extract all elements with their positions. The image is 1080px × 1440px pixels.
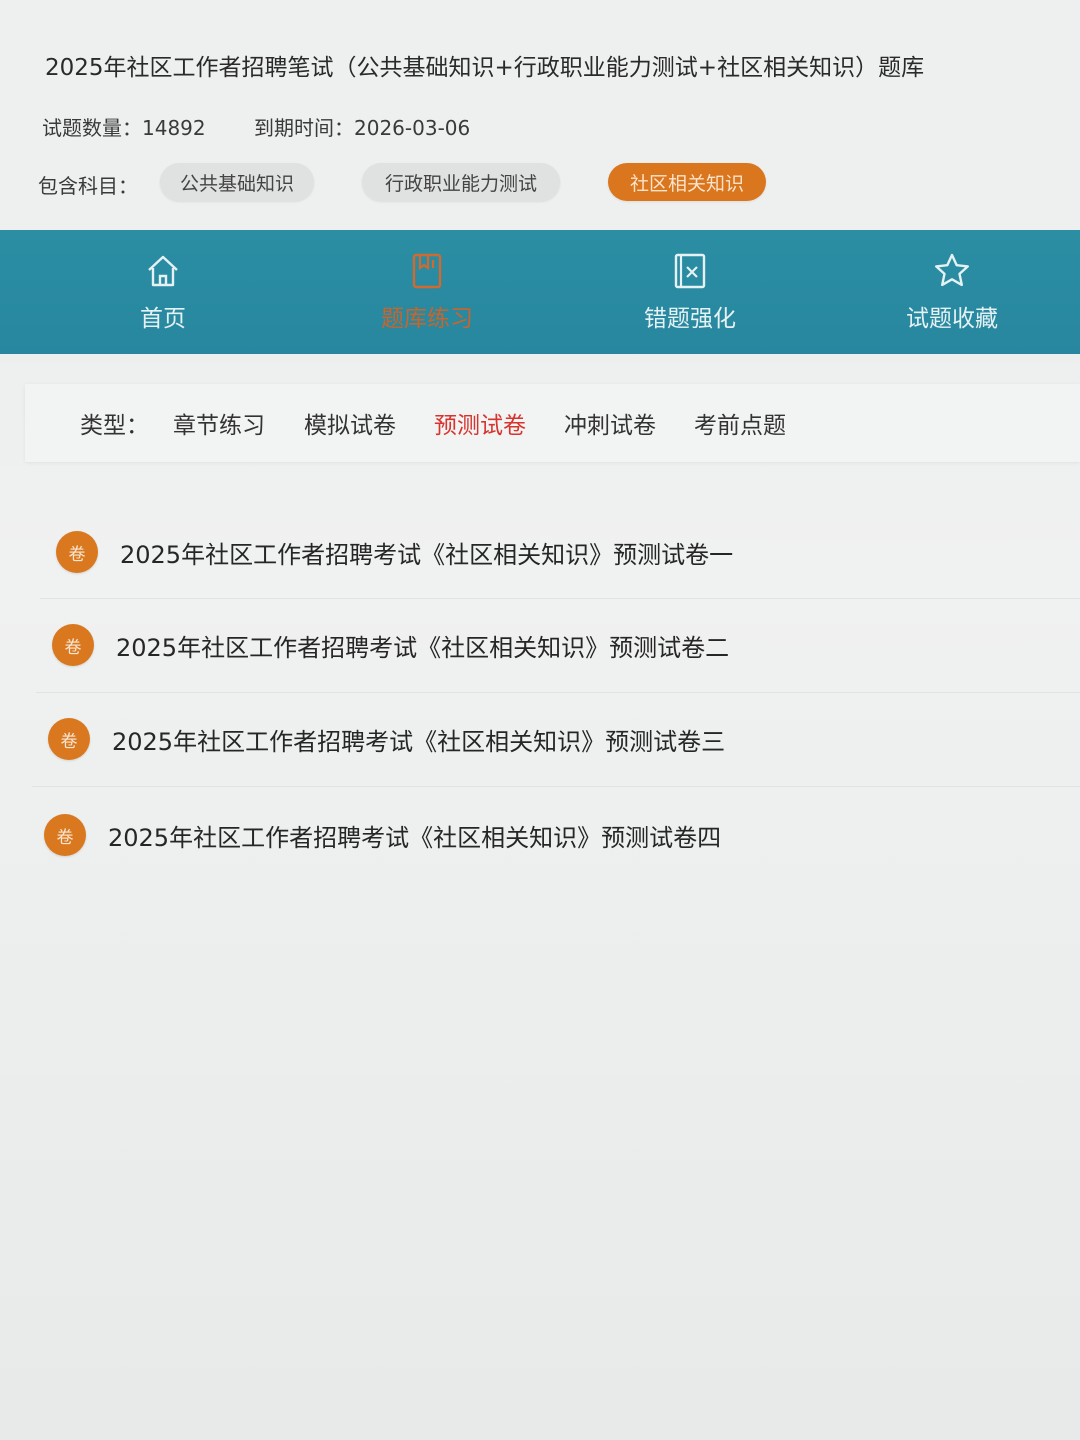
- subject-chip-community-knowledge[interactable]: 社区相关知识: [608, 163, 766, 201]
- paper-title: 2025年社区工作者招聘考试《社区相关知识》预测试卷二: [116, 633, 730, 662]
- paper-title: 2025年社区工作者招聘考试《社区相关知识》预测试卷三: [112, 727, 726, 756]
- divider: [40, 598, 1080, 599]
- type-label: 类型：: [80, 413, 149, 439]
- paper-badge: 卷: [44, 814, 86, 856]
- nav-question-bank[interactable]: 题库练习: [327, 230, 527, 354]
- divider: [32, 786, 1080, 787]
- paper-badge: 卷: [52, 624, 94, 666]
- type-sprint-exam[interactable]: 冲刺试卷: [564, 406, 656, 440]
- exam-header: 2025年社区工作者招聘笔试（公共基础知识+行政职业能力测试+社区相关知识）题库…: [0, 0, 1080, 230]
- main-nav: 首页 题库练习 错题强化 试题收藏: [0, 230, 1080, 354]
- nav-favorites-label: 试题收藏: [906, 306, 998, 332]
- nav-home-label: 首页: [140, 306, 186, 332]
- star-icon: [935, 253, 969, 287]
- question-count: 试题数量：14892: [42, 116, 206, 140]
- home-icon: [148, 255, 178, 287]
- paper-title: 2025年社区工作者招聘考试《社区相关知识》预测试卷四: [108, 823, 722, 852]
- type-pre-exam-tips[interactable]: 考前点题: [694, 406, 786, 440]
- type-mock-exam[interactable]: 模拟试卷: [304, 406, 396, 440]
- subject-chip-aptitude-test[interactable]: 行政职业能力测试: [362, 163, 560, 201]
- subject-chip-public-knowledge[interactable]: 公共基础知识: [160, 163, 314, 201]
- paper-badge: 卷: [56, 531, 98, 573]
- nav-favorites[interactable]: 试题收藏: [852, 230, 1052, 354]
- type-chapter-practice[interactable]: 章节练习: [173, 406, 265, 440]
- expire-date: 到期时间：2026-03-06: [254, 116, 471, 140]
- nav-question-bank-label: 题库练习: [381, 306, 473, 332]
- paper-list-item[interactable]: 卷 2025年社区工作者招聘考试《社区相关知识》预测试卷三: [48, 709, 725, 769]
- paper-list-item[interactable]: 卷 2025年社区工作者招聘考试《社区相关知识》预测试卷四: [44, 805, 721, 865]
- type-filter-bar: 类型： 章节练习 模拟试卷 预测试卷 冲刺试卷 考前点题: [25, 384, 1080, 462]
- nav-wrong-questions[interactable]: 错题强化: [590, 230, 790, 354]
- divider: [36, 692, 1080, 693]
- nav-home[interactable]: 首页: [63, 230, 263, 354]
- paper-list-item[interactable]: 卷 2025年社区工作者招聘考试《社区相关知识》预测试卷二: [52, 615, 729, 675]
- page-title: 2025年社区工作者招聘笔试（公共基础知识+行政职业能力测试+社区相关知识）题库: [45, 55, 925, 81]
- paper-badge: 卷: [48, 718, 90, 760]
- book-icon: [412, 253, 442, 289]
- subjects-label: 包含科目：: [38, 174, 138, 198]
- paper-list-item[interactable]: 卷 2025年社区工作者招聘考试《社区相关知识》预测试卷一: [56, 522, 733, 582]
- wrong-book-icon: [674, 253, 706, 289]
- paper-title: 2025年社区工作者招聘考试《社区相关知识》预测试卷一: [120, 540, 734, 569]
- nav-wrong-questions-label: 错题强化: [644, 306, 736, 332]
- type-predictive-exam[interactable]: 预测试卷: [434, 406, 526, 440]
